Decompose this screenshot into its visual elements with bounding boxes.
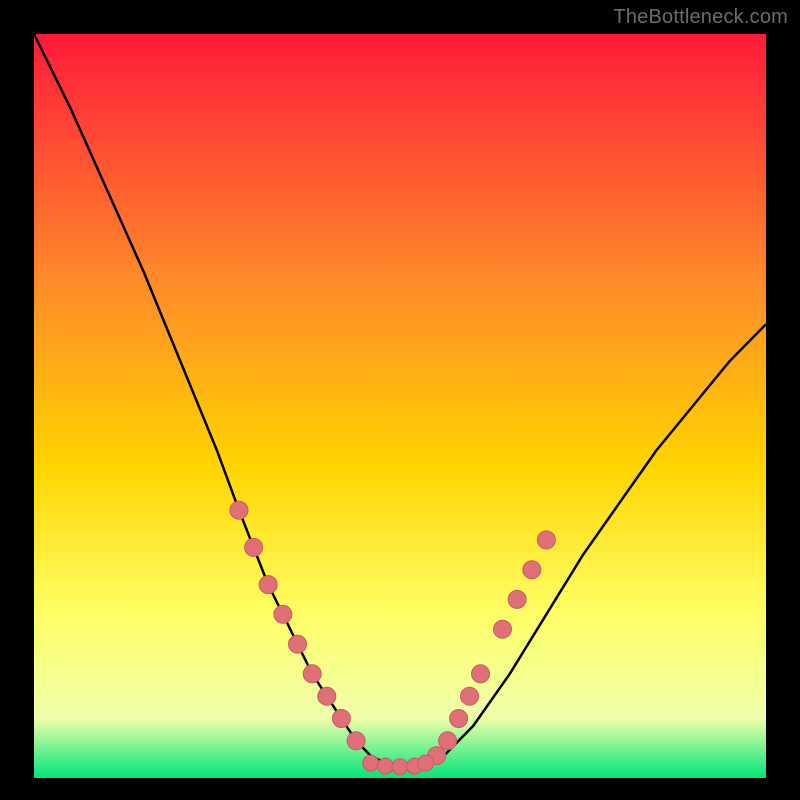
data-dot — [508, 590, 526, 608]
data-dot — [347, 732, 365, 750]
data-dot — [523, 561, 541, 579]
data-dot — [377, 758, 393, 774]
chart-container: TheBottleneck.com — [0, 0, 800, 800]
plot-background — [34, 34, 766, 778]
data-dot — [392, 759, 408, 775]
data-dot — [245, 538, 263, 556]
bottleneck-chart — [0, 0, 800, 800]
data-dot — [274, 605, 292, 623]
data-dot — [494, 620, 512, 638]
watermark-text: TheBottleneck.com — [613, 6, 788, 29]
data-dot — [318, 687, 336, 705]
data-dot — [259, 576, 277, 594]
data-dot — [230, 501, 248, 519]
data-dot — [363, 755, 379, 771]
data-dot — [418, 755, 434, 771]
data-dot — [472, 665, 490, 683]
data-dot — [289, 635, 307, 653]
data-dot — [332, 710, 350, 728]
data-dot — [303, 665, 321, 683]
data-dot — [537, 531, 555, 549]
data-dot — [461, 687, 479, 705]
data-dot — [439, 732, 457, 750]
data-dot — [450, 710, 468, 728]
